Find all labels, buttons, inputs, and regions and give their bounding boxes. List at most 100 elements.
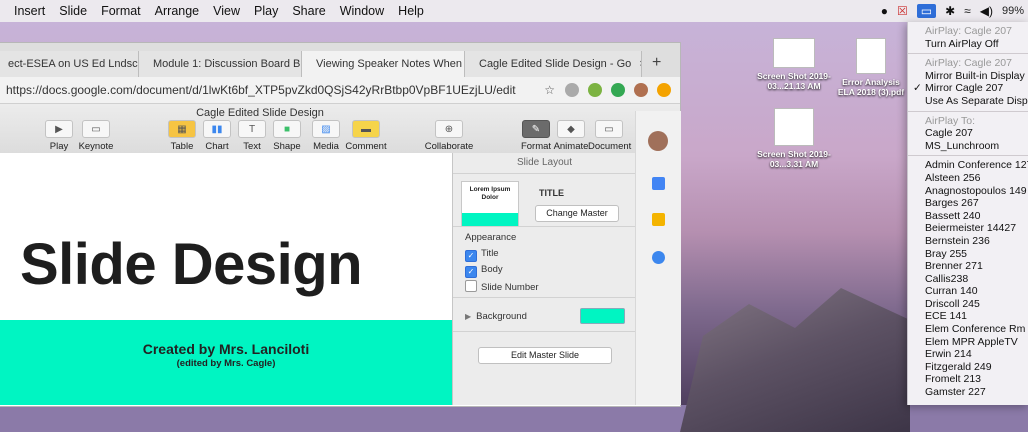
url-field[interactable]: https://docs.google.com/document/d/1lwKt… <box>6 83 544 97</box>
extension-icon[interactable] <box>565 83 579 97</box>
volume-icon[interactable]: ◀) <box>980 4 993 18</box>
slide-number-checkbox[interactable] <box>465 280 477 292</box>
airplay-device[interactable]: Admin Conference 127 <box>908 159 1028 172</box>
airplay-device[interactable]: Elem Conference Rm 24 <box>908 323 1028 336</box>
airplay-device[interactable]: Beiermeister 14427 <box>908 222 1028 235</box>
airplay-device[interactable]: Driscoll 245 <box>908 298 1028 311</box>
menu-help[interactable]: Help <box>398 4 424 18</box>
airplay-device[interactable]: Bassett 240 <box>908 210 1028 223</box>
text-button[interactable]: T Text <box>237 120 267 152</box>
background-disclosure[interactable]: ▶ Background <box>465 311 527 322</box>
media-button[interactable]: ▨ Media <box>311 120 341 152</box>
airplay-device[interactable]: Barges 267 <box>908 197 1028 210</box>
mirror-cagle-207[interactable]: ✓ Mirror Cagle 207 <box>908 82 1028 95</box>
menu-format[interactable]: Format <box>101 4 141 18</box>
battery-percent[interactable]: 99% <box>1002 5 1024 17</box>
use-as-separate-display[interactable]: Use As Separate Display <box>908 95 1028 108</box>
turn-airplay-off[interactable]: Turn AirPlay Off <box>908 38 1028 51</box>
slide-number-option[interactable]: Slide Number <box>465 280 539 293</box>
tab-speaker-notes[interactable]: Viewing Speaker Notes When × <box>302 51 465 77</box>
chart-icon: ▮▮ <box>203 120 231 138</box>
airplay-device[interactable]: Erwin 214 <box>908 348 1028 361</box>
close-status-icon[interactable]: ☒ <box>897 4 908 18</box>
tab-label: Viewing Speaker Notes When <box>316 58 462 70</box>
desktop-file-pdf[interactable]: Error Analysis ELA 2018 (3).pdf <box>836 38 906 97</box>
menu-header: AirPlay: Cagle 207 <box>925 25 1012 37</box>
airplay-device[interactable]: Gamster 227 <box>908 386 1028 399</box>
title-checkbox[interactable]: ✓ <box>465 250 477 262</box>
edit-master-slide-button[interactable]: Edit Master Slide <box>478 347 612 364</box>
airplay-device[interactable]: Callis238 <box>908 273 1028 286</box>
bookmark-star-icon[interactable]: ☆ <box>544 83 555 97</box>
tasks-icon[interactable] <box>652 251 665 264</box>
extension-icon[interactable] <box>588 83 602 97</box>
airplay-icon[interactable]: ▭ <box>916 4 937 18</box>
body-option[interactable]: ✓ Body <box>465 264 503 278</box>
table-button[interactable]: ▦ Table <box>167 120 197 152</box>
new-tab-button[interactable]: + <box>652 54 661 77</box>
wifi-icon[interactable]: ≈ <box>964 4 971 18</box>
menu-play[interactable]: Play <box>254 4 278 18</box>
comment-button[interactable]: ▬ Comment <box>344 120 388 152</box>
status-area: ● ☒ ▭ ✱ ≈ ◀) 99% <box>881 0 1024 22</box>
toolbar-label: Collaborate <box>424 141 474 152</box>
menu-insert[interactable]: Insert <box>14 4 45 18</box>
slide-subtitle-2[interactable]: (edited by Mrs. Cagle) <box>0 358 452 369</box>
tab-esea[interactable]: ect-ESEA on US Ed Lndsc × <box>0 51 139 77</box>
animate-icon: ◆ <box>557 120 585 138</box>
tab-cagle-slides[interactable]: Cagle Edited Slide Design - Go × <box>465 51 642 77</box>
menu-view[interactable]: View <box>213 4 240 18</box>
title-option[interactable]: ✓ Title <box>465 248 499 262</box>
user-avatar-icon[interactable] <box>648 131 668 151</box>
airplay-device[interactable]: Brenner 271 <box>908 260 1028 273</box>
shape-button[interactable]: ■ Shape <box>272 120 302 152</box>
menu-arrange[interactable]: Arrange <box>155 4 199 18</box>
airplay-device[interactable]: ECE 141 <box>908 310 1028 323</box>
change-master-button[interactable]: Change Master <box>535 205 619 222</box>
desktop-file-screenshot-1[interactable]: Screen Shot 2019-03...21.13 AM <box>754 38 834 91</box>
slide-subtitle-band[interactable]: Created by Mrs. Lanciloti (edited by Mrs… <box>0 320 452 405</box>
collaborate-button[interactable]: ⊕ Collaborate <box>424 120 474 152</box>
alert-icon[interactable] <box>657 83 671 97</box>
airplay-target[interactable]: Cagle 207 <box>908 127 1028 140</box>
menu-share[interactable]: Share <box>292 4 325 18</box>
airplay-target[interactable]: MS_Lunchroom <box>908 140 1028 153</box>
menu-bar: Insert Slide Format Arrange View Play Sh… <box>0 0 1028 23</box>
airplay-device[interactable]: Elem MPR AppleTV <box>908 336 1028 349</box>
background-color-swatch[interactable] <box>580 308 625 324</box>
mirror-built-in-display[interactable]: Mirror Built-in Display <box>908 70 1028 83</box>
master-thumbnail[interactable]: Lorem Ipsum Dolor <box>461 181 519 227</box>
extension-icon[interactable] <box>611 83 625 97</box>
chart-button[interactable]: ▮▮ Chart <box>202 120 232 152</box>
slide-title[interactable]: Slide Design <box>20 231 363 298</box>
tab-module-1[interactable]: Module 1: Discussion Board Br × <box>139 51 302 77</box>
option-label: Title <box>481 248 499 259</box>
slide-canvas[interactable]: Slide Design Created by Mrs. Lanciloti (… <box>0 153 452 405</box>
desktop-file-screenshot-2[interactable]: Screen Shot 2019-03...3.31 AM <box>754 108 834 169</box>
master-name: TITLE <box>539 188 564 198</box>
app-status-icon[interactable]: ● <box>881 4 888 18</box>
airplay-device[interactable]: Alsteen 256 <box>908 172 1028 185</box>
animate-button[interactable]: ◆ Animate <box>552 120 590 152</box>
profile-avatar-icon[interactable] <box>634 83 648 97</box>
keep-icon[interactable] <box>652 213 665 226</box>
menu-slide[interactable]: Slide <box>59 4 87 18</box>
format-button[interactable]: ✎ Format <box>518 120 554 152</box>
airplay-device[interactable]: Bray 255 <box>908 248 1028 261</box>
airplay-device[interactable]: Bernstein 236 <box>908 235 1028 248</box>
airplay-device[interactable]: Fitzgerald 249 <box>908 361 1028 374</box>
option-label: Slide Number <box>481 282 539 293</box>
table-icon: ▦ <box>168 120 196 138</box>
menu-window[interactable]: Window <box>340 4 384 18</box>
airplay-device[interactable]: Curran 140 <box>908 285 1028 298</box>
slide-subtitle[interactable]: Created by Mrs. Lanciloti <box>0 341 452 357</box>
bluetooth-icon[interactable]: ✱ <box>945 4 955 18</box>
close-tab-icon[interactable]: × <box>639 58 641 70</box>
thumbnail-text: Lorem Ipsum Dolor <box>469 186 511 201</box>
calendar-icon[interactable] <box>652 177 665 190</box>
airplay-device[interactable]: Anagnostopoulos 149 <box>908 185 1028 198</box>
airplay-device[interactable]: Fromelt 213 <box>908 373 1028 386</box>
body-checkbox[interactable]: ✓ <box>465 266 477 278</box>
document-button[interactable]: ▭ Document <box>588 120 631 152</box>
document-title[interactable]: Cagle Edited Slide Design <box>0 107 520 119</box>
